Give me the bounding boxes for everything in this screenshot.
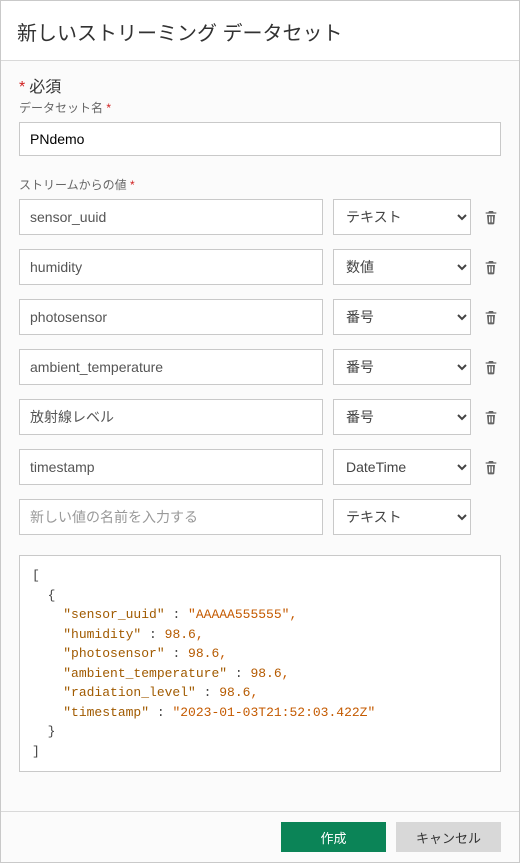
stream-values-label: ストリームからの値 * [19,176,501,193]
field-name-input[interactable] [19,299,323,335]
new-field-name-input[interactable] [19,499,323,535]
field-type-select[interactable]: 番号 [333,349,471,385]
field-type-select[interactable]: 番号 [333,299,471,335]
dialog-footer: 作成 キャンセル [1,811,519,862]
streaming-dataset-dialog: 新しいストリーミング データセット *必須 データセット名 * ストリームからの… [0,0,520,863]
stream-row: 番号 [19,399,501,435]
required-note: *必須 [19,73,501,97]
new-field-type-select[interactable]: テキスト [333,499,471,535]
stream-row: 数値 [19,249,501,285]
stream-row: テキスト [19,199,501,235]
trash-icon[interactable] [481,357,501,377]
cancel-button[interactable]: キャンセル [396,822,501,852]
stream-rows: テキスト数値番号番号番号DateTimeテキスト [19,199,501,535]
asterisk-required: * [19,79,25,96]
dataset-name-input[interactable] [19,122,501,156]
trash-icon[interactable] [481,407,501,427]
json-preview: [ { "sensor_uuid" : "AAAAA555555", "humi… [19,555,501,772]
trash-icon[interactable] [481,457,501,477]
dialog-title: 新しいストリーミング データセット [1,1,519,61]
stream-row: 番号 [19,299,501,335]
required-label: 必須 [29,79,61,96]
field-name-input[interactable] [19,199,323,235]
field-type-select[interactable]: 番号 [333,399,471,435]
trash-icon[interactable] [481,257,501,277]
field-name-input[interactable] [19,449,323,485]
field-name-input[interactable] [19,249,323,285]
field-name-input[interactable] [19,399,323,435]
field-name-input[interactable] [19,349,323,385]
stream-row-new: テキスト [19,499,501,535]
trash-icon[interactable] [481,307,501,327]
dialog-body: *必須 データセット名 * ストリームからの値 * テキスト数値番号番号番号Da… [1,61,519,811]
create-button[interactable]: 作成 [281,822,386,852]
stream-row: DateTime [19,449,501,485]
field-type-select[interactable]: テキスト [333,199,471,235]
dataset-name-label: データセット名 * [19,99,501,116]
dataset-name-asterisk: * [106,101,111,115]
stream-row: 番号 [19,349,501,385]
field-type-select[interactable]: 数値 [333,249,471,285]
stream-values-label-text: ストリームからの値 [19,178,127,192]
stream-values-asterisk: * [130,178,135,192]
dataset-name-label-text: データセット名 [19,101,103,115]
trash-icon[interactable] [481,207,501,227]
field-type-select[interactable]: DateTime [333,449,471,485]
